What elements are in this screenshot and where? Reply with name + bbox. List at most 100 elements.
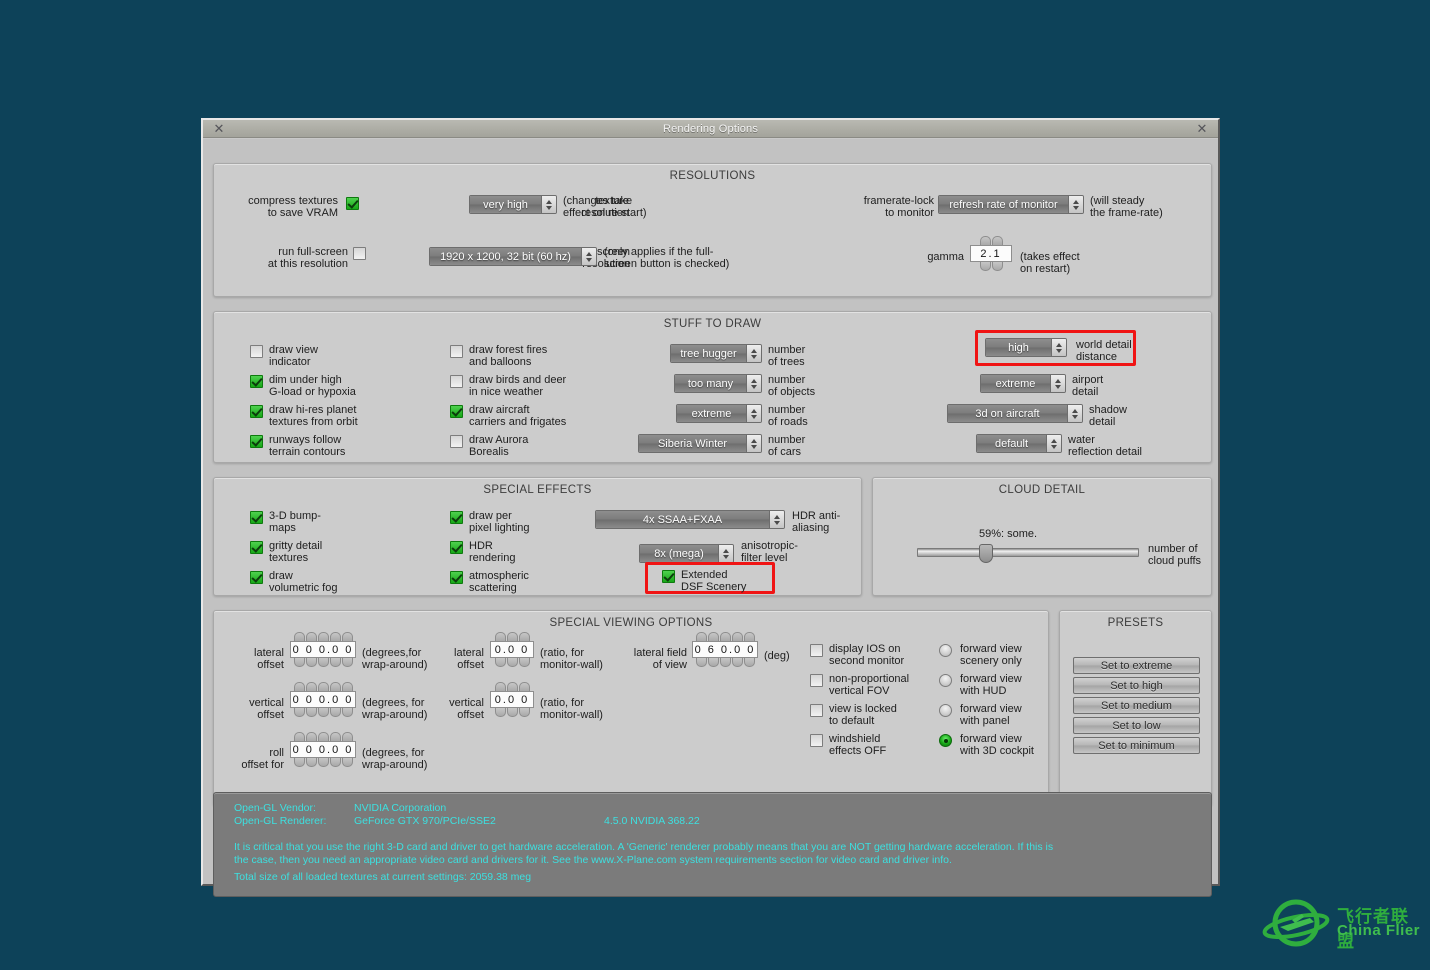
hdr-antialiasing-label: HDR anti- aliasing: [792, 510, 841, 534]
texture-total-size-text: Total size of all loaded textures at cur…: [234, 871, 532, 883]
stepper-up-arrows[interactable]: [692, 632, 758, 641]
gamma-stepper[interactable]: 2.1: [970, 236, 1012, 271]
stepper-up-arrows[interactable]: [290, 682, 356, 691]
stepper-up-arrows[interactable]: [490, 682, 534, 691]
hdr-antialiasing-dropdown[interactable]: 4x SSAA+FXAA: [595, 510, 785, 529]
run-fullscreen-checkbox[interactable]: [353, 247, 366, 260]
lateral-fov-value[interactable]: 0 6 0.0 0: [692, 641, 758, 658]
airport-detail-value: extreme: [981, 375, 1050, 392]
chevron-updown-icon: [581, 248, 596, 265]
windshield-effects-off-checkbox[interactable]: [810, 734, 823, 747]
display-ios-second-monitor-checkbox[interactable]: [810, 644, 823, 657]
forward-view-3d-cockpit-label: forward view with 3D cockpit: [960, 733, 1034, 757]
gamma-value[interactable]: 2.1: [970, 245, 1012, 262]
dim-under-high-g-checkbox[interactable]: [250, 375, 263, 388]
roll-offset-stepper[interactable]: 0 0 0.0 0: [290, 732, 356, 767]
stepper-down-arrows[interactable]: [490, 708, 534, 717]
forward-view-scenery-radio[interactable]: [939, 644, 952, 657]
chevron-updown-icon: [746, 375, 761, 392]
stepper-down-arrows[interactable]: [970, 262, 1012, 271]
framerate-lock-dropdown[interactable]: refresh rate of monitor: [938, 195, 1084, 214]
number-of-cars-dropdown[interactable]: Siberia Winter: [638, 434, 762, 453]
stepper-up-arrows[interactable]: [290, 632, 356, 641]
hdr-rendering-checkbox[interactable]: [450, 541, 463, 554]
screen-resolution-dropdown[interactable]: 1920 x 1200, 32 bit (60 hz): [429, 247, 597, 266]
draw-view-indicator-checkbox[interactable]: [250, 345, 263, 358]
vertical-offset-ratio-stepper[interactable]: 0.0 0: [490, 682, 534, 717]
runways-follow-terrain-checkbox[interactable]: [250, 435, 263, 448]
forward-view-panel-radio[interactable]: [939, 704, 952, 717]
draw-hires-planet-checkbox[interactable]: [250, 405, 263, 418]
draw-aurora-checkbox[interactable]: [450, 435, 463, 448]
cloud-puffs-slider[interactable]: [917, 548, 1139, 557]
number-of-roads-dropdown[interactable]: extreme: [676, 404, 762, 423]
chevron-updown-icon: [718, 545, 733, 562]
set-to-medium-button[interactable]: Set to medium: [1073, 697, 1200, 714]
window-title: Rendering Options: [662, 122, 759, 135]
vertical-offset-degrees-value[interactable]: 0 0 0.0 0: [290, 691, 356, 708]
shadow-detail-dropdown[interactable]: 3d on aircraft: [947, 404, 1083, 423]
opengl-info-panel: Open-GL Vendor: NVIDIA Corporation Open-…: [213, 792, 1212, 897]
special-effects-panel: SPECIAL EFFECTS 3-D bump- maps gritty de…: [213, 477, 862, 596]
stepper-down-arrows[interactable]: [290, 658, 356, 667]
stepper-up-arrows[interactable]: [970, 236, 1012, 245]
per-pixel-lighting-checkbox[interactable]: [450, 511, 463, 524]
non-proportional-fov-checkbox[interactable]: [810, 674, 823, 687]
set-to-high-button[interactable]: Set to high: [1073, 677, 1200, 694]
forward-view-scenery-label: forward view scenery only: [960, 643, 1022, 667]
volumetric-fog-checkbox[interactable]: [250, 571, 263, 584]
stepper-down-arrows[interactable]: [290, 758, 356, 767]
lateral-offset-degrees-value[interactable]: 0 0 0.0 0: [290, 641, 356, 658]
framerate-lock-value: refresh rate of monitor: [939, 196, 1068, 213]
roll-offset-value[interactable]: 0 0 0.0 0: [290, 741, 356, 758]
set-to-minimum-button[interactable]: Set to minimum: [1073, 737, 1200, 754]
draw-birds-deer-checkbox[interactable]: [450, 375, 463, 388]
set-to-low-button[interactable]: Set to low: [1073, 717, 1200, 734]
lateral-fov-stepper[interactable]: 0 6 0.0 0: [692, 632, 758, 667]
cloud-puffs-slider-handle[interactable]: [979, 544, 994, 563]
lateral-offset-ratio-value[interactable]: 0.0 0: [490, 641, 534, 658]
world-detail-distance-dropdown[interactable]: high: [985, 338, 1067, 357]
vertical-offset-degrees-note: (degrees, for wrap-around): [362, 697, 428, 721]
bump-maps-checkbox[interactable]: [250, 511, 263, 524]
lateral-offset-ratio-stepper[interactable]: 0.0 0: [490, 632, 534, 667]
compress-textures-checkbox[interactable]: [346, 197, 359, 210]
number-of-trees-dropdown[interactable]: tree hugger: [670, 344, 762, 363]
texture-resolution-value: very high: [470, 196, 541, 213]
stepper-down-arrows[interactable]: [290, 708, 356, 717]
vertical-offset-degrees-stepper[interactable]: 0 0 0.0 0: [290, 682, 356, 717]
texture-resolution-dropdown[interactable]: very high: [469, 195, 557, 214]
draw-aircraft-carriers-checkbox[interactable]: [450, 405, 463, 418]
draw-birds-deer-label: draw birds and deer in nice weather: [469, 374, 567, 398]
globe-plane-logo-icon: [1262, 899, 1330, 947]
forward-view-3d-cockpit-radio[interactable]: [939, 734, 952, 747]
chevron-updown-icon: [746, 405, 761, 422]
extended-dsf-scenery-checkbox[interactable]: [662, 570, 675, 583]
atmospheric-scattering-checkbox[interactable]: [450, 571, 463, 584]
stepper-down-arrows[interactable]: [692, 658, 758, 667]
close-icon-right[interactable]: ✕: [1195, 122, 1209, 136]
set-to-extreme-button[interactable]: Set to extreme: [1073, 657, 1200, 674]
number-of-objects-dropdown[interactable]: too many: [674, 374, 762, 393]
stepper-up-arrows[interactable]: [490, 632, 534, 641]
close-icon-left[interactable]: ✕: [212, 122, 226, 136]
vertical-offset-ratio-label: vertical offset: [449, 697, 484, 721]
airport-detail-dropdown[interactable]: extreme: [980, 374, 1066, 393]
draw-forest-fires-checkbox[interactable]: [450, 345, 463, 358]
stepper-down-arrows[interactable]: [490, 658, 534, 667]
anisotropic-filter-dropdown[interactable]: 8x (mega): [639, 544, 734, 563]
chevron-updown-icon: [769, 511, 784, 528]
vertical-offset-ratio-value[interactable]: 0.0 0: [490, 691, 534, 708]
water-reflection-dropdown[interactable]: default: [976, 434, 1062, 453]
opengl-vendor-label: Open-GL Vendor:: [234, 802, 316, 814]
gritty-detail-textures-checkbox[interactable]: [250, 541, 263, 554]
texture-resolution-note: (changes take effect on re-start): [563, 195, 647, 219]
view-locked-default-checkbox[interactable]: [810, 704, 823, 717]
forward-view-hud-radio[interactable]: [939, 674, 952, 687]
hdr-antialiasing-value: 4x SSAA+FXAA: [596, 511, 769, 528]
chevron-updown-icon: [1051, 339, 1066, 356]
stepper-up-arrows[interactable]: [290, 732, 356, 741]
special-viewing-options-title: SPECIAL VIEWING OPTIONS: [549, 617, 713, 629]
lateral-offset-degrees-stepper[interactable]: 0 0 0.0 0: [290, 632, 356, 667]
atmospheric-scattering-label: atmospheric scattering: [469, 570, 529, 594]
